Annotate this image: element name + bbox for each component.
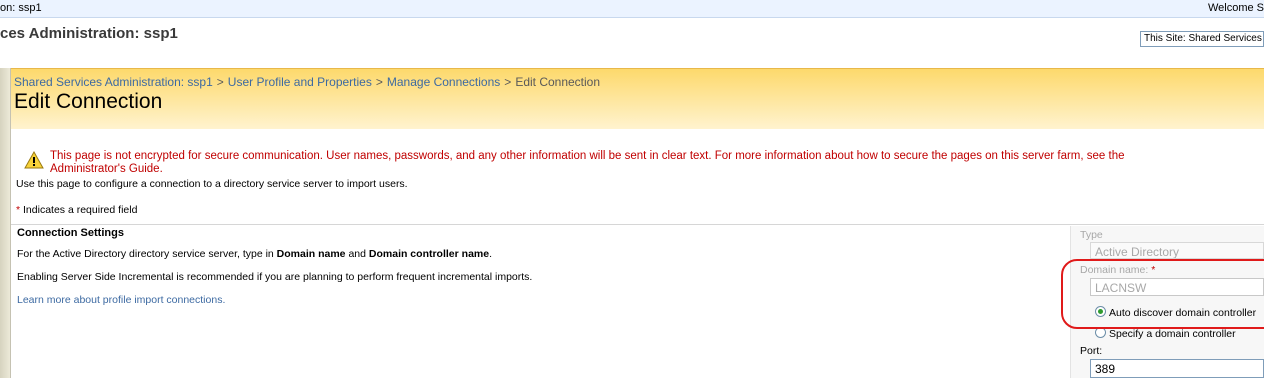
breadcrumb-link-manage-connections[interactable]: Manage Connections xyxy=(387,75,500,89)
auto-discover-radio[interactable]: Auto discover domain controller xyxy=(1095,306,1256,319)
breadcrumb-separator: > xyxy=(375,75,383,89)
page-title: Edit Connection xyxy=(14,90,163,113)
type-label: Type xyxy=(1080,229,1103,241)
breadcrumb-link-ssp[interactable]: Shared Services Administration: ssp1 xyxy=(14,75,213,89)
type-field: Active Directory xyxy=(1090,242,1264,259)
top-bar: on: ssp1 Welcome S xyxy=(0,0,1264,18)
warning-line-2: Administrator's Guide. xyxy=(50,163,163,175)
learn-more-link[interactable]: Learn more about profile import connecti… xyxy=(17,294,225,306)
section-divider xyxy=(11,224,1264,225)
instructions-text: . xyxy=(489,248,493,260)
site-title[interactable]: ces Administration: ssp1 xyxy=(0,25,178,42)
warning-line-1: This page is not encrypted for secure co… xyxy=(50,150,1125,162)
page-description: Use this page to configure a connection … xyxy=(16,178,408,190)
instructions-text: For the Active Directory directory servi… xyxy=(17,248,277,260)
instructions-text: and xyxy=(345,248,369,260)
left-nav-strip xyxy=(0,68,11,378)
breadcrumb-separator: > xyxy=(216,75,224,89)
breadcrumb-link-user-profile[interactable]: User Profile and Properties xyxy=(228,75,372,89)
required-field-note: * Indicates a required field xyxy=(16,204,137,216)
instructions-bold-domain: Domain name xyxy=(276,248,346,260)
breadcrumb: Shared Services Administration: ssp1 > Use… xyxy=(14,75,600,89)
breadcrumb-separator: > xyxy=(504,75,512,89)
port-input[interactable]: 389 xyxy=(1090,359,1264,378)
global-breadcrumb[interactable]: on: ssp1 xyxy=(0,2,42,14)
auto-discover-label: Auto discover domain controller xyxy=(1109,307,1257,319)
section-instructions: For the Active Directory directory servi… xyxy=(17,248,492,260)
port-label: Port: xyxy=(1080,345,1103,357)
search-scope-select[interactable]: This Site: Shared Services xyxy=(1140,31,1264,47)
domain-name-label: Domain name: * xyxy=(1080,264,1155,276)
breadcrumb-current: Edit Connection xyxy=(515,75,601,89)
required-star: * xyxy=(16,204,21,216)
radio-unselected-icon xyxy=(1095,327,1106,338)
required-star: * xyxy=(1151,264,1156,276)
section-incremental-note: Enabling Server Side Incremental is reco… xyxy=(17,271,533,283)
welcome-menu[interactable]: Welcome S xyxy=(1208,2,1264,14)
domain-name-label-text: Domain name: xyxy=(1080,264,1149,276)
specify-controller-radio[interactable]: Specify a domain controller xyxy=(1095,327,1236,340)
required-text: Indicates a required field xyxy=(23,204,138,216)
instructions-bold-controller: Domain controller name xyxy=(368,248,490,260)
domain-name-input[interactable]: LACNSW xyxy=(1090,278,1264,296)
specify-controller-label: Specify a domain controller xyxy=(1109,328,1236,340)
security-warning: This page is not encrypted for secure co… xyxy=(50,150,1264,176)
warning-icon xyxy=(24,151,44,169)
radio-selected-icon xyxy=(1095,306,1106,317)
section-title: Connection Settings xyxy=(17,227,124,239)
